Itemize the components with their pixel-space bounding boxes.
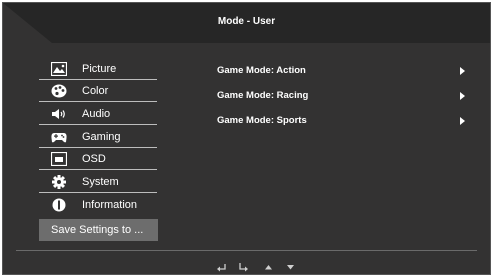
menu-divider <box>39 169 157 170</box>
menu-item-gaming[interactable]: Gaming <box>39 126 157 148</box>
menu-item-label: Audio <box>82 108 111 120</box>
menu-divider <box>39 101 157 102</box>
game-mode-racing-item[interactable]: Game Mode: Racing <box>217 90 473 104</box>
menu-item-label: Color <box>82 85 109 97</box>
menu-item-system[interactable]: System <box>39 171 157 193</box>
down-arrow-icon[interactable] <box>285 262 296 272</box>
menu-item-label: OSD <box>82 153 106 165</box>
return-icon[interactable] <box>216 262 227 272</box>
picture-icon <box>51 62 67 76</box>
chevron-right-icon <box>460 92 465 100</box>
up-arrow-icon[interactable] <box>263 262 274 272</box>
game-mode-action-item[interactable]: Game Mode: Action <box>217 65 473 79</box>
save-settings-label: Save Settings to ... <box>51 224 144 236</box>
menu-item-audio[interactable]: Audio <box>39 103 157 125</box>
gear-icon <box>52 175 66 189</box>
game-mode-label: Game Mode: Sports <box>217 115 307 126</box>
menu-item-information[interactable]: Information <box>39 194 157 216</box>
save-settings-button[interactable]: Save Settings to ... <box>39 219 158 241</box>
menu-item-label: Picture <box>82 63 117 75</box>
chevron-right-icon <box>460 117 465 125</box>
menu-item-label: Information <box>82 199 138 211</box>
osd-icon <box>51 152 67 166</box>
speaker-icon <box>52 109 65 119</box>
menu-item-label: System <box>82 176 119 188</box>
game-mode-label: Game Mode: Action <box>217 65 306 76</box>
chevron-right-icon <box>460 67 465 75</box>
gamepad-icon <box>51 133 67 143</box>
game-mode-sports-item[interactable]: Game Mode: Sports <box>217 115 473 129</box>
palette-icon <box>51 84 67 98</box>
menu-divider <box>39 124 157 125</box>
osd-menu-panel: Mode - User Picture Color Audio Gaming O… <box>2 2 491 275</box>
menu-divider <box>39 192 157 193</box>
header-title: Mode - User <box>217 16 276 27</box>
game-mode-label: Game Mode: Racing <box>217 90 309 101</box>
info-icon <box>52 198 66 212</box>
menu-item-label: Gaming <box>82 131 121 143</box>
menu-item-osd[interactable]: OSD <box>39 148 157 170</box>
footer-divider <box>16 250 477 251</box>
enter-icon[interactable] <box>238 262 249 272</box>
menu-item-picture[interactable]: Picture <box>39 58 157 80</box>
menu-item-color[interactable]: Color <box>39 80 157 102</box>
